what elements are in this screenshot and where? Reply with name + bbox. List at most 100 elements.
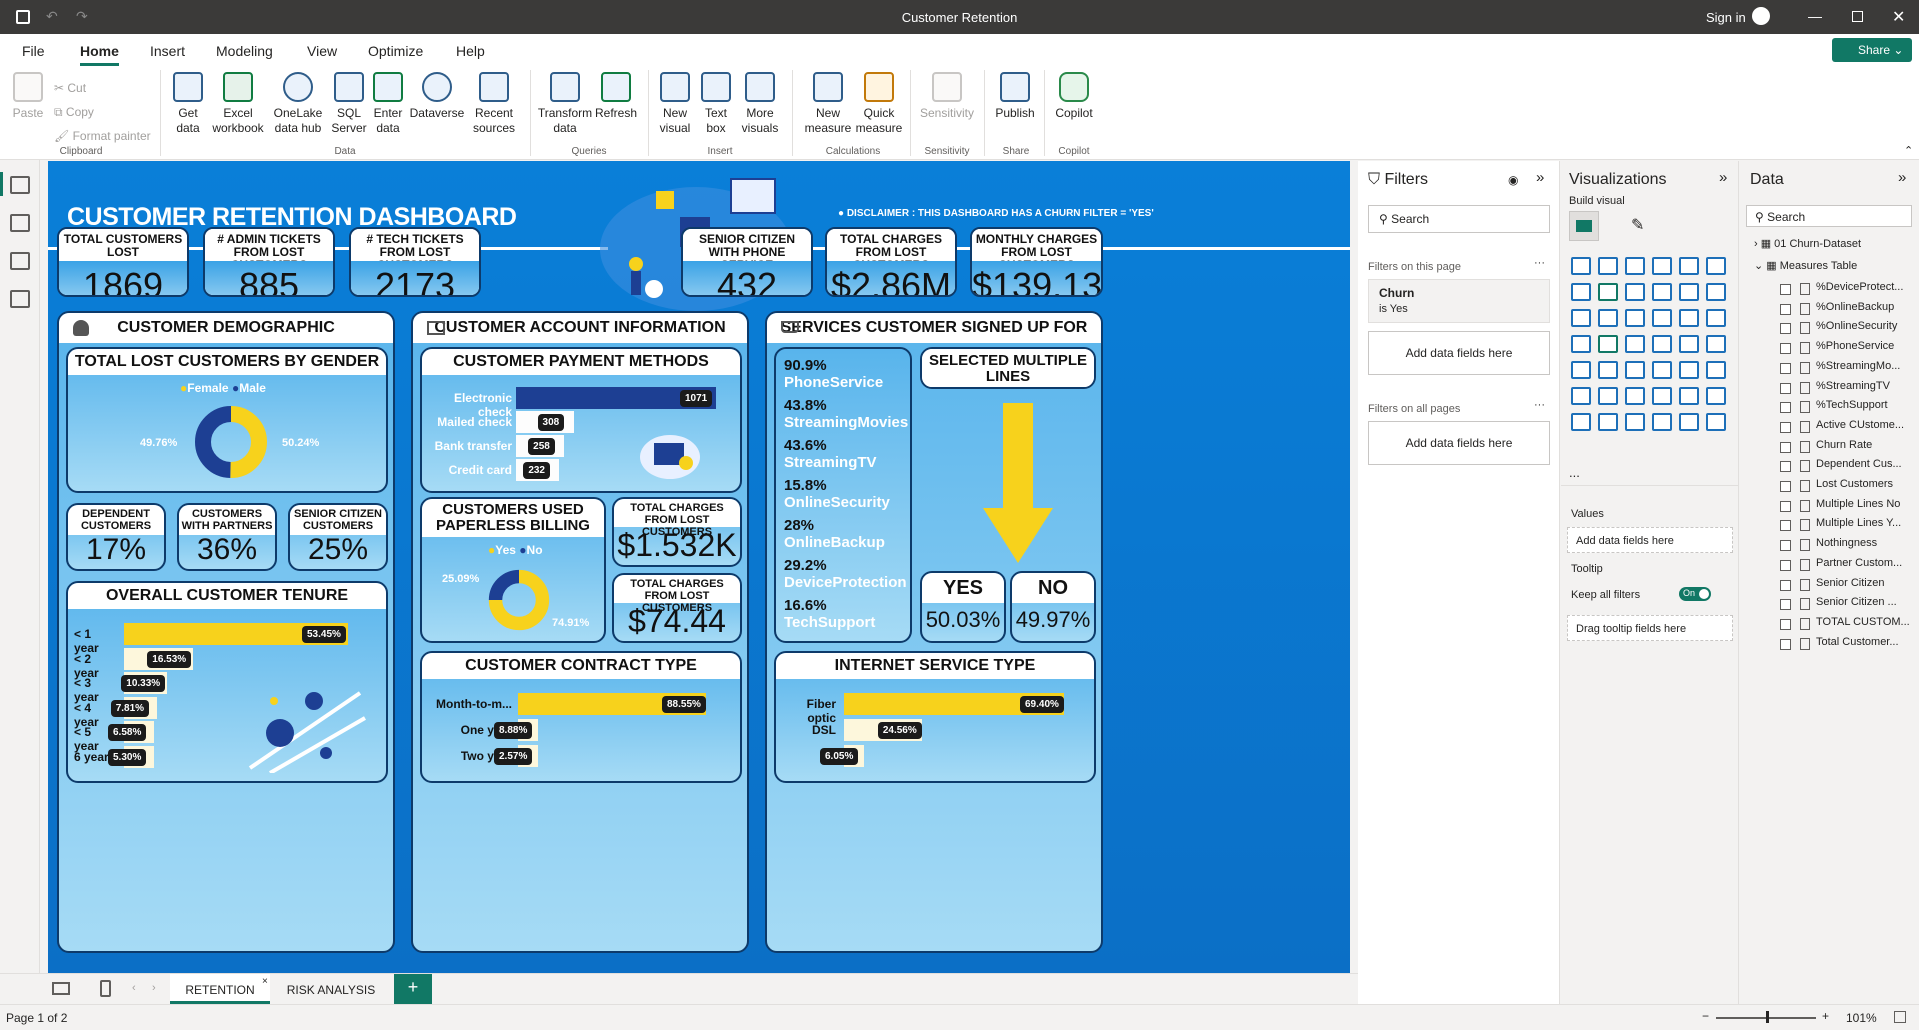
visual-type-icon[interactable] bbox=[1652, 257, 1672, 275]
field-item[interactable]: %StreamingMo... bbox=[1816, 360, 1900, 372]
visual-type-icon[interactable] bbox=[1679, 283, 1699, 301]
visual-type-icon[interactable] bbox=[1625, 309, 1645, 327]
field-checkbox[interactable] bbox=[1780, 579, 1791, 591]
field-checkbox[interactable] bbox=[1780, 461, 1791, 473]
format-painter-button[interactable]: 🖌 Format painter bbox=[54, 124, 151, 148]
collapse-viz-icon[interactable]: » bbox=[1719, 169, 1727, 186]
menu-insert[interactable]: Insert bbox=[150, 43, 185, 59]
menu-modeling[interactable]: Modeling bbox=[216, 43, 273, 59]
field-checkbox[interactable] bbox=[1780, 362, 1791, 374]
avatar-icon[interactable] bbox=[1752, 7, 1770, 25]
kpi-senior-phone[interactable]: SENIOR CITIZEN WITH PHONE SERVICE432 bbox=[681, 227, 813, 297]
visual-type-icon[interactable] bbox=[1679, 387, 1699, 405]
visual-type-icon[interactable] bbox=[1625, 257, 1645, 275]
eye-icon[interactable]: ◉ bbox=[1508, 173, 1518, 187]
visual-type-icon[interactable] bbox=[1706, 413, 1726, 431]
mobile-layout-icon[interactable] bbox=[100, 980, 111, 997]
collapse-filters-icon[interactable]: » bbox=[1536, 169, 1544, 186]
field-item[interactable]: Total Customer... bbox=[1816, 636, 1899, 648]
tab-risk-analysis[interactable]: RISK ANALYSIS bbox=[276, 974, 386, 1004]
tooltip-drop-zone[interactable]: Drag tooltip fields here bbox=[1567, 615, 1733, 641]
zoom-slider-thumb[interactable] bbox=[1766, 1011, 1769, 1023]
more-visuals-button[interactable]: More visuals bbox=[736, 72, 784, 136]
field-item[interactable]: TOTAL CUSTOM... bbox=[1816, 616, 1910, 628]
paperless-donut[interactable] bbox=[488, 569, 550, 634]
visual-type-icon[interactable] bbox=[1598, 335, 1618, 353]
values-drop-zone[interactable]: Add data fields here bbox=[1567, 527, 1733, 553]
table-churn-dataset[interactable]: › ▦ 01 Churn-Dataset bbox=[1754, 237, 1861, 250]
keep-filters-toggle[interactable]: On bbox=[1679, 587, 1711, 601]
dataverse-button[interactable]: Dataverse bbox=[408, 72, 466, 121]
field-item[interactable]: Nothingness bbox=[1816, 537, 1877, 549]
visual-type-icon[interactable] bbox=[1679, 335, 1699, 353]
minimize-icon[interactable]: — bbox=[1808, 8, 1822, 24]
close-icon[interactable]: ✕ bbox=[1892, 7, 1905, 27]
visual-type-icon[interactable] bbox=[1598, 413, 1618, 431]
card-paperless[interactable]: CUSTOMERS USED PAPERLESS BILLING ●Yes ●N… bbox=[420, 497, 606, 643]
transform-data-button[interactable]: Transform data bbox=[536, 72, 594, 136]
kpi-admin-tickets[interactable]: # ADMIN TICKETS FROM LOST CUSTOMERS885 bbox=[203, 227, 335, 297]
format-visual-tab[interactable]: ✎ bbox=[1631, 215, 1644, 235]
menu-help[interactable]: Help bbox=[456, 43, 485, 59]
card-internet[interactable]: INTERNET SERVICE TYPE Fiber optic 69.40% D… bbox=[774, 651, 1096, 783]
field-checkbox[interactable] bbox=[1780, 303, 1791, 315]
visual-type-icon[interactable] bbox=[1706, 361, 1726, 379]
field-checkbox[interactable] bbox=[1780, 520, 1791, 532]
card-multiple-no[interactable]: NO 49.97% bbox=[1010, 571, 1096, 643]
visual-type-icon[interactable] bbox=[1679, 361, 1699, 379]
card-multiple-yes[interactable]: YES 50.03% bbox=[920, 571, 1006, 643]
field-item[interactable]: Multiple Lines Y... bbox=[1816, 517, 1901, 529]
cut-button[interactable]: ✂ Cut bbox=[54, 76, 151, 100]
refresh-button[interactable]: Refresh bbox=[594, 72, 638, 121]
card-total-charges[interactable]: TOTAL CHARGES FROM LOST CUSTOMERS $1.532K bbox=[612, 497, 742, 567]
table-view-icon[interactable] bbox=[10, 214, 30, 232]
menu-view[interactable]: View bbox=[307, 43, 337, 59]
kpi-monthly-charges[interactable]: MONTHLY CHARGES FROM LOST CUSTOMERS$139.… bbox=[970, 227, 1103, 297]
field-checkbox[interactable] bbox=[1780, 382, 1791, 394]
visual-type-icon[interactable] bbox=[1571, 413, 1591, 431]
get-data-button[interactable]: Get data bbox=[168, 72, 208, 136]
field-item[interactable]: %DeviceProtect... bbox=[1816, 281, 1903, 293]
visual-type-icon[interactable] bbox=[1652, 335, 1672, 353]
visual-type-icon[interactable] bbox=[1706, 387, 1726, 405]
visual-type-icon[interactable] bbox=[1679, 257, 1699, 275]
field-item[interactable]: %PhoneService bbox=[1816, 340, 1894, 352]
zoom-out-icon[interactable]: − bbox=[1702, 1009, 1709, 1023]
field-item[interactable]: %StreamingTV bbox=[1816, 380, 1890, 392]
collapse-data-icon[interactable]: » bbox=[1898, 169, 1906, 186]
table-measures[interactable]: ⌄ ▦ Measures Table bbox=[1754, 259, 1857, 272]
field-checkbox[interactable] bbox=[1780, 323, 1791, 335]
sensitivity-button[interactable]: Sensitivity bbox=[916, 72, 978, 121]
visual-type-icon[interactable] bbox=[1625, 413, 1645, 431]
visual-type-icon[interactable] bbox=[1625, 361, 1645, 379]
field-item[interactable]: %TechSupport bbox=[1816, 399, 1888, 411]
menu-home[interactable]: Home bbox=[80, 43, 119, 66]
visual-type-icon[interactable] bbox=[1571, 309, 1591, 327]
visual-type-icon[interactable] bbox=[1598, 387, 1618, 405]
visual-type-icon[interactable] bbox=[1625, 335, 1645, 353]
field-checkbox[interactable] bbox=[1780, 599, 1791, 611]
field-checkbox[interactable] bbox=[1780, 638, 1791, 650]
field-item[interactable]: Senior Citizen ... bbox=[1816, 596, 1897, 608]
paste-button[interactable]: Paste bbox=[12, 72, 44, 121]
sql-server-button[interactable]: SQL Server bbox=[330, 72, 368, 136]
field-checkbox[interactable] bbox=[1780, 481, 1791, 492]
next-page-icon[interactable]: › bbox=[152, 982, 156, 994]
visual-type-icon[interactable] bbox=[1652, 361, 1672, 379]
kpi-total-customers-lost[interactable]: TOTAL CUSTOMERS LOST 1869 bbox=[57, 227, 189, 297]
gender-donut[interactable] bbox=[194, 405, 268, 482]
field-item[interactable]: Active CUstome... bbox=[1816, 419, 1904, 431]
visual-type-icon[interactable] bbox=[1571, 283, 1591, 301]
tab-retention[interactable]: RETENTION × bbox=[170, 974, 270, 1004]
card-dependent[interactable]: DEPENDENT CUSTOMERS 17% bbox=[66, 503, 166, 571]
add-data-fields-page[interactable]: Add data fields here bbox=[1368, 331, 1550, 375]
share-button[interactable]: Share ⌄ bbox=[1832, 38, 1912, 62]
more-options-icon[interactable]: ··· bbox=[1534, 399, 1545, 411]
sign-in-link[interactable]: Sign in bbox=[1706, 10, 1746, 25]
visual-type-icon[interactable] bbox=[1679, 309, 1699, 327]
visual-type-icon[interactable] bbox=[1652, 309, 1672, 327]
collapse-ribbon-icon[interactable]: ⌃ bbox=[1904, 144, 1913, 157]
data-search-input[interactable]: ⚲ Search bbox=[1746, 205, 1912, 227]
card-tenure[interactable]: OVERALL CUSTOMER TENURE < 1 year 53.45% < … bbox=[66, 581, 388, 783]
fit-to-page-icon[interactable] bbox=[1894, 1011, 1906, 1023]
